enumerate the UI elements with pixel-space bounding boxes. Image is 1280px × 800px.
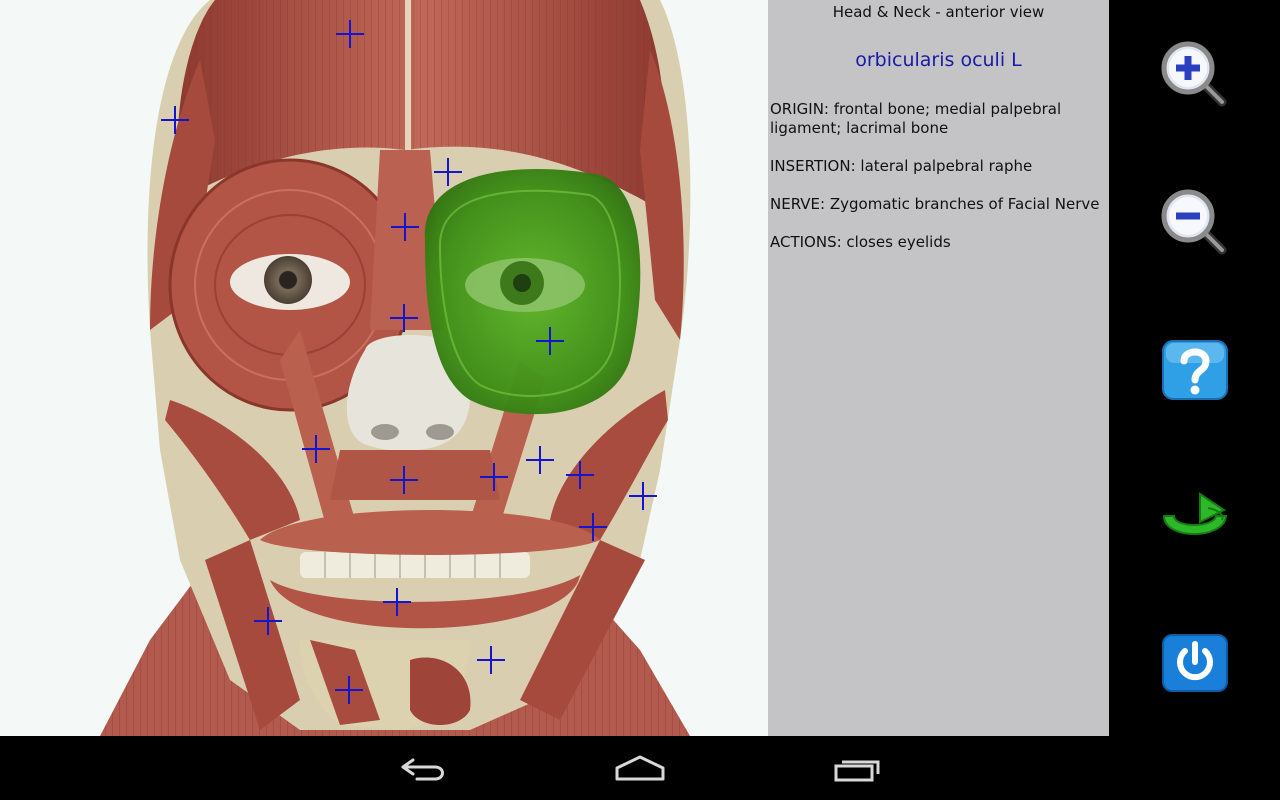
- help-button[interactable]: [1158, 333, 1232, 407]
- recent-apps-icon: [834, 760, 880, 782]
- origin-text: ORIGIN: frontal bone; medial palpebral l…: [770, 100, 1062, 137]
- actions-text: ACTIONS: closes eyelids: [770, 233, 951, 251]
- help-icon: [1162, 340, 1228, 400]
- back-icon: [401, 758, 444, 781]
- power-icon: [1162, 634, 1228, 692]
- view-title: Head & Neck - anterior view: [832, 3, 1045, 21]
- muscle-info-panel: Head & Neck - anterior view orbicularis …: [768, 0, 1109, 736]
- home-icon: [615, 755, 665, 781]
- exit-button[interactable]: [1158, 626, 1232, 700]
- zoom-in-icon: [1161, 41, 1227, 107]
- zoom-out-button[interactable]: [1158, 186, 1232, 260]
- insertion-text: INSERTION: lateral palpebral raphe: [770, 157, 1033, 175]
- zoom-in-button[interactable]: [1158, 38, 1232, 112]
- back-button[interactable]: [395, 752, 453, 786]
- reset-icon: [1162, 492, 1228, 535]
- home-button[interactable]: [611, 752, 669, 786]
- recent-apps-button[interactable]: [828, 752, 886, 786]
- nerve-text: NERVE: Zygomatic branches of Facial Nerv…: [770, 195, 1100, 213]
- anatomy-viewer[interactable]: [0, 0, 768, 736]
- muscle-name: orbicularis oculi L: [855, 49, 1022, 71]
- head-model-image: [100, 0, 691, 736]
- zoom-out-icon: [1161, 189, 1227, 255]
- reset-view-button[interactable]: [1158, 480, 1232, 554]
